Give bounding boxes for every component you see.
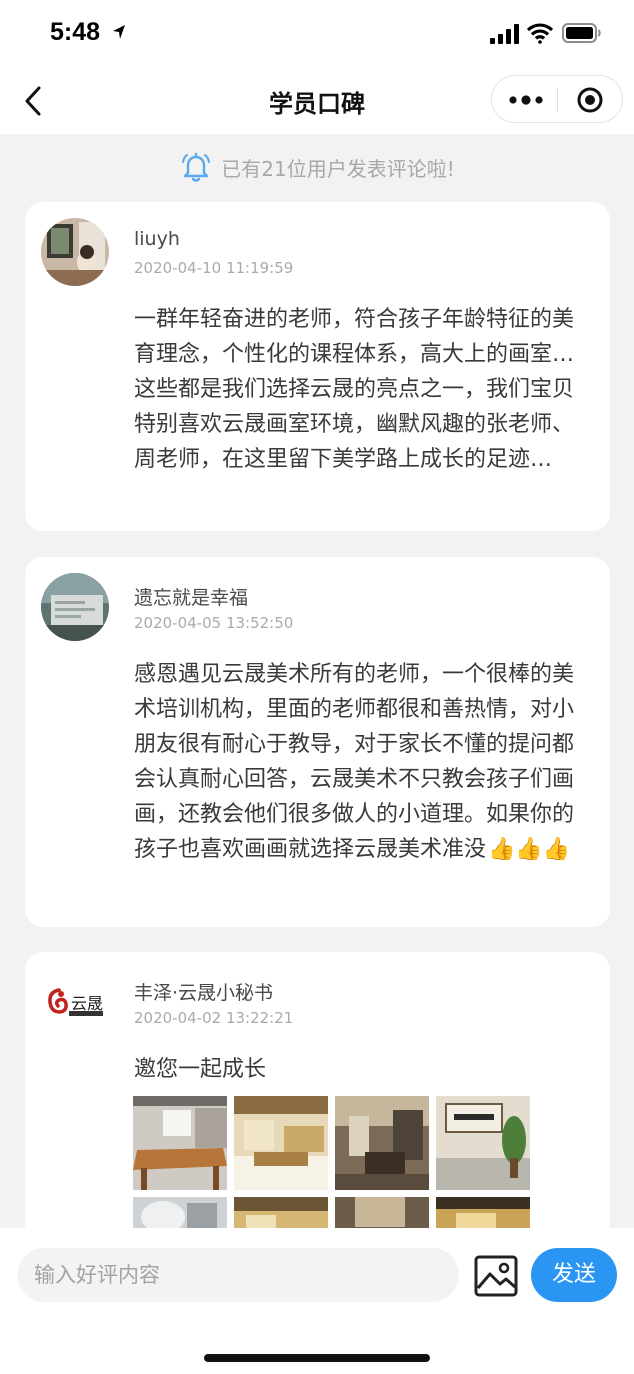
post-time: 2020-04-05 13:52:50 [134, 614, 294, 632]
miniprogram-capsule [491, 75, 623, 123]
user-name: 丰泽·云晟小秘书 [134, 982, 274, 1004]
review-card: liuyh 2020-04-10 11:19:59 一群年轻奋进的老师，符合孩子… [25, 202, 610, 531]
user-avatar[interactable] [41, 218, 109, 286]
comment-composer: 发送 [0, 1228, 634, 1374]
more-dots-icon[interactable] [502, 86, 550, 114]
review-card: 云晟 丰泽·云晟小秘书 2020-04-02 13:22:21 邀您一起成长 [25, 952, 610, 1291]
user-avatar[interactable] [41, 573, 109, 641]
post-time: 2020-04-02 13:22:21 [134, 1009, 294, 1027]
comment-input[interactable] [17, 1248, 434, 1302]
send-button[interactable]: 发送 [531, 1248, 617, 1302]
review-card: 遗忘就是幸福 2020-04-05 13:52:50 感恩遇见云晟美术所有的老师… [25, 557, 610, 927]
photo-thumbnail[interactable] [234, 1096, 328, 1190]
capsule-divider [557, 88, 558, 112]
user-name: liuyh [134, 228, 180, 250]
review-count-notice: 已有21位用户发表评论啦! [0, 150, 634, 186]
photo-thumbnail[interactable] [133, 1096, 227, 1190]
notice-text: 已有21位用户发表评论啦! [221, 156, 455, 181]
review-text: 邀您一起成长 [134, 1057, 267, 1082]
bell-icon [182, 152, 211, 182]
home-indicator [204, 1354, 430, 1362]
status-time: 5:48 [50, 18, 101, 46]
review-text-block: 感恩遇见云晟美术所有的老师，一个很棒的美术培训机构，里面的老师都很和善热情，对小… [134, 657, 584, 867]
cellular-signal-icon [490, 24, 519, 44]
comment-input-wrapper [17, 1248, 459, 1302]
user-name: 遗忘就是幸福 [134, 587, 249, 609]
image-upload-icon[interactable] [473, 1254, 519, 1298]
close-target-icon[interactable] [566, 85, 614, 115]
brand-logo-text: 云晟 [71, 994, 104, 1013]
photo-thumbnail[interactable] [335, 1096, 429, 1190]
location-arrow-icon [113, 25, 125, 39]
user-avatar[interactable]: 云晟 [41, 968, 109, 1036]
post-time: 2020-04-10 11:19:59 [134, 259, 294, 277]
nav-bar: 学员口碑 [0, 68, 634, 134]
wifi-icon [527, 23, 553, 44]
thumbs-up-emojis: 👍👍👍 [488, 837, 571, 862]
status-bar: 5:48 [0, 0, 634, 68]
photo-thumbnail[interactable] [436, 1096, 530, 1190]
battery-icon [562, 23, 601, 43]
review-text: 一群年轻奋进的老师，符合孩子年龄特征的美育理念，个性化的课程体系，高大上的画室…… [134, 307, 575, 472]
